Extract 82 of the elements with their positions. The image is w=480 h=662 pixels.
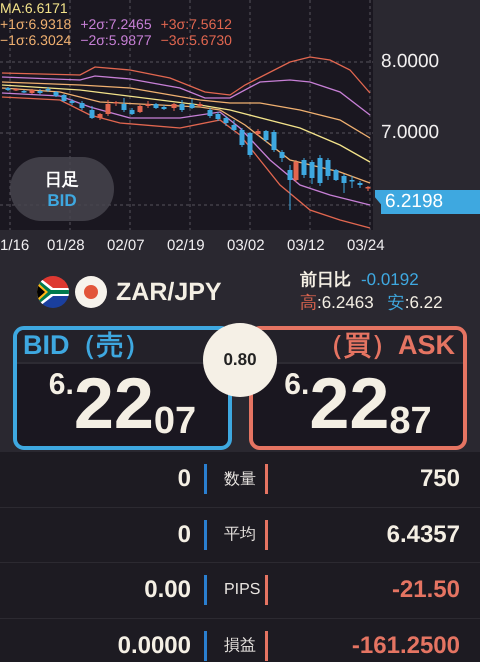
- axis-label: 7.0000: [381, 122, 440, 144]
- date-label: 03/24: [347, 236, 385, 254]
- ask-position-value: 6.4357: [386, 520, 461, 549]
- ask-position-value: -161.2500: [350, 632, 461, 660]
- low-value: :6.22: [404, 292, 443, 314]
- low-label: 安: [388, 292, 405, 314]
- bid-position-value: 0.00: [143, 576, 191, 604]
- period-badge[interactable]: 日足 BID: [10, 157, 114, 221]
- indicator-value: +1σ:6.9318: [0, 16, 72, 32]
- japan-flag-icon: [74, 275, 108, 309]
- candle: [326, 158, 330, 180]
- candle: [162, 104, 166, 110]
- indicator-value: +2σ:7.2465: [80, 16, 152, 32]
- date-label: 1/16: [0, 236, 30, 254]
- candle: [280, 150, 284, 162]
- candle: [38, 88, 42, 96]
- bid-position-value: 0.0000: [116, 632, 191, 660]
- candle: [14, 88, 18, 92]
- date-label: 01/28: [47, 236, 85, 254]
- change-value: -0.0192: [361, 269, 419, 291]
- candle: [224, 116, 228, 126]
- candle: [146, 100, 150, 108]
- candle: [90, 106, 94, 120]
- candle: [70, 98, 74, 106]
- candle: [208, 108, 212, 118]
- candle: [302, 158, 306, 178]
- position-label: 数量: [223, 470, 257, 490]
- candle: [342, 174, 346, 194]
- candle: [350, 176, 354, 188]
- date-label: 03/12: [287, 236, 325, 254]
- bid-position-value: 0: [176, 465, 191, 494]
- candle: [172, 102, 176, 112]
- candle: [106, 100, 110, 116]
- indicator-value: −3σ:5.6730: [160, 32, 232, 48]
- candle: [264, 130, 268, 142]
- candle: [98, 112, 102, 120]
- currency-pair: ZAR/JPY: [116, 278, 222, 306]
- axis-label: 8.0000: [381, 51, 440, 73]
- candle: [6, 86, 10, 92]
- candle: [310, 160, 314, 184]
- candle: [30, 88, 34, 94]
- candle: [232, 120, 236, 132]
- change-label: 前日比: [300, 269, 351, 291]
- candle: [358, 180, 362, 188]
- high-label: 高: [300, 292, 317, 314]
- indicator-value: +3σ:7.5612: [160, 16, 232, 32]
- indicator-value: −2σ:5.9877: [80, 32, 152, 48]
- candle: [54, 90, 58, 98]
- date-label: 03/02: [227, 236, 265, 254]
- indicator-value: −1σ:6.3024: [0, 32, 72, 48]
- position-label: 損益: [223, 636, 257, 656]
- candle: [62, 94, 66, 102]
- candle: [180, 100, 184, 112]
- candle: [190, 98, 194, 110]
- candle: [248, 132, 252, 158]
- ask-position-value: -21.50: [390, 576, 461, 604]
- candle: [46, 86, 50, 92]
- candle: [130, 108, 134, 116]
- candle: [114, 100, 118, 106]
- candle: [216, 112, 220, 122]
- candle: [122, 98, 126, 112]
- position-label: 平均: [223, 525, 257, 546]
- candle: [366, 186, 370, 192]
- date-label: 02/07: [107, 236, 145, 254]
- current-price-tag: 6.2198: [375, 190, 480, 214]
- candle: [198, 102, 202, 108]
- date-label: 02/19: [167, 236, 205, 254]
- bid-position-value: 0: [176, 520, 191, 549]
- candle: [334, 168, 338, 182]
- candle: [138, 104, 142, 114]
- candle: [272, 130, 276, 152]
- candle: [22, 90, 26, 94]
- candle: [318, 154, 322, 186]
- candle: [80, 100, 84, 110]
- candle: [240, 128, 244, 148]
- ask-position-value: 750: [418, 465, 461, 494]
- position-label: PIPS: [223, 581, 262, 600]
- high-value: :6.2463: [317, 292, 374, 314]
- indicator-value: MA:6.6171: [0, 0, 68, 16]
- candle: [256, 128, 260, 136]
- candle: [154, 102, 158, 110]
- south-africa-flag-icon: [36, 275, 70, 309]
